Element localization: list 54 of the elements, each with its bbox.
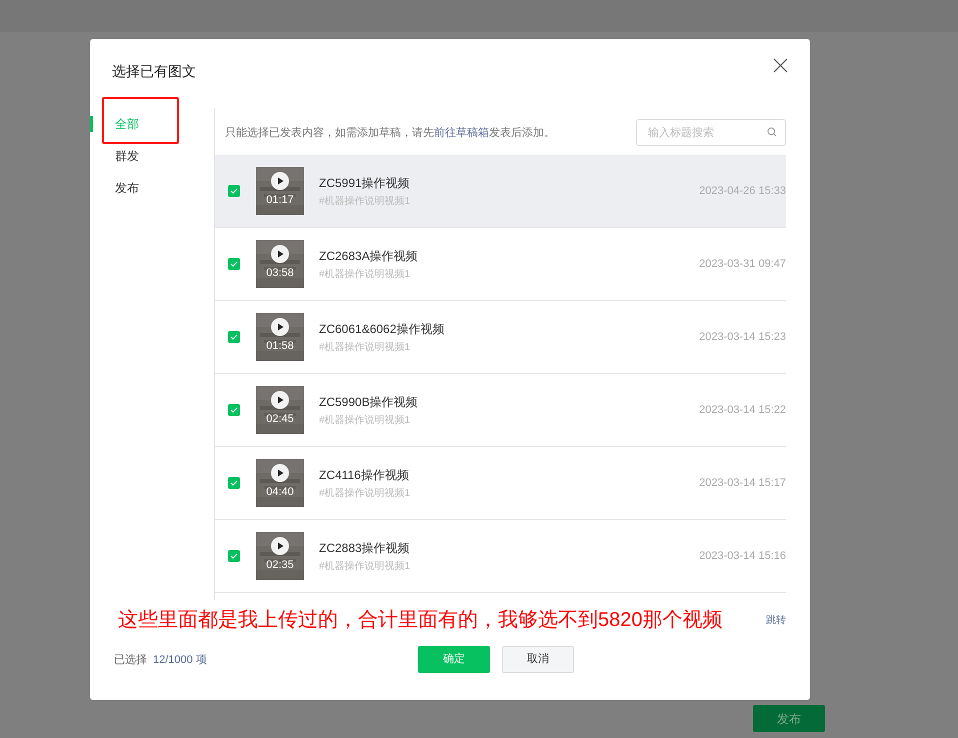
- play-icon: [271, 172, 289, 190]
- play-icon: [271, 245, 289, 263]
- play-icon: [271, 464, 289, 482]
- video-title: ZC2683A操作视频: [319, 248, 418, 264]
- checkbox[interactable]: [228, 185, 240, 197]
- sidebar-tab[interactable]: 发布: [90, 172, 214, 204]
- check-icon: [230, 188, 238, 194]
- selected-label: 已选择: [114, 652, 147, 668]
- video-title: ZC2883操作视频: [319, 540, 410, 556]
- check-icon: [230, 480, 238, 486]
- play-icon: [271, 537, 289, 555]
- checkbox[interactable]: [228, 404, 240, 416]
- check-icon: [230, 407, 238, 413]
- video-tag: #机器操作说明视频1: [319, 340, 444, 354]
- video-duration: 01:58: [265, 339, 295, 354]
- video-duration: 01:17: [265, 193, 295, 208]
- sidebar-tab[interactable]: 群发: [90, 140, 214, 172]
- jump-link[interactable]: 跳转: [766, 612, 786, 628]
- play-icon: [271, 391, 289, 409]
- video-tag: #机器操作说明视频1: [319, 558, 410, 574]
- video-tag: #机器操作说明视频1: [319, 486, 410, 500]
- annotation-text: 这些里面都是我上传过的，合计里面有的，我够选不到5820那个视频: [118, 608, 722, 633]
- video-date: 2023-03-14 15:17: [699, 476, 786, 491]
- video-date: 2023-03-14 15:23: [699, 330, 786, 345]
- video-date: 2023-04-26 15:33: [699, 184, 786, 199]
- video-tag: #机器操作说明视频1: [319, 266, 418, 282]
- check-icon: [230, 553, 238, 559]
- check-icon: [230, 261, 238, 267]
- video-date: 2023-03-31 09:47: [699, 256, 786, 272]
- search-field[interactable]: 输入标题搜索: [636, 119, 786, 146]
- cancel-button[interactable]: 取消: [502, 646, 574, 673]
- video-duration: 03:58: [265, 266, 295, 281]
- drafts-link[interactable]: 前往草稿箱: [434, 126, 489, 139]
- play-icon: [271, 318, 289, 336]
- video-tag: #机器操作说明视频1: [319, 412, 418, 428]
- dialog-title: 选择已有图文: [112, 62, 196, 80]
- check-icon: [230, 334, 238, 340]
- selected-count: 12/1000 项: [153, 652, 207, 668]
- video-duration: 04:40: [265, 485, 295, 500]
- video-duration: 02:35: [265, 558, 295, 573]
- video-date: 2023-03-14 15:22: [699, 402, 786, 418]
- video-duration: 02:45: [265, 412, 295, 427]
- checkbox[interactable]: [228, 331, 240, 343]
- checkbox[interactable]: [228, 477, 240, 489]
- video-title: ZC5990B操作视频: [319, 394, 418, 410]
- hint-text: 只能选择已发表内容，如需添加草稿，请先前往草稿箱发表后添加。: [225, 126, 555, 141]
- video-title: ZC4116操作视频: [319, 466, 410, 484]
- video-date: 2023-03-14 15:16: [699, 548, 786, 564]
- checkbox[interactable]: [228, 550, 240, 562]
- close-icon[interactable]: [773, 58, 788, 72]
- video-title: ZC6061&6062操作视频: [319, 320, 444, 338]
- checkbox[interactable]: [228, 258, 240, 270]
- video-title: ZC5991操作视频: [319, 174, 410, 192]
- search-icon: [767, 127, 777, 137]
